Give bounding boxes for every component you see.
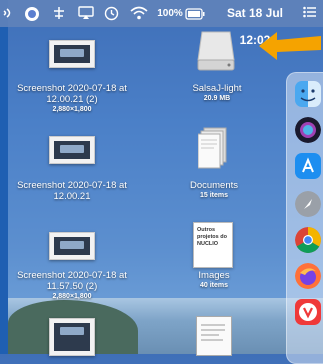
desktop-item-screenshot-2[interactable]: Screenshot 2020-07-18 at 12.00.21 bbox=[8, 180, 136, 202]
document-preview-text: Outros projetos do NUCLIO bbox=[197, 227, 227, 247]
screenshot-thumbnail[interactable] bbox=[49, 40, 95, 68]
file-name-line1: Screenshot 2020-07-18 at bbox=[17, 270, 127, 281]
document-stack-icon[interactable] bbox=[197, 126, 228, 175]
desktop-item-salsaj[interactable]: SalsaJ-light 20.9 MB bbox=[178, 83, 256, 103]
folder-name: Documents bbox=[189, 180, 239, 191]
wifi-icon[interactable] bbox=[130, 0, 150, 27]
folder-count: 40 items bbox=[199, 282, 229, 289]
drive-icon[interactable] bbox=[196, 30, 236, 77]
file-dimensions: 2,880×1,800 bbox=[52, 106, 92, 113]
app-store-icon[interactable] bbox=[295, 153, 321, 179]
file-name-line1: Screenshot 2020-07-18 at bbox=[17, 180, 127, 191]
file-name-line2: 12.00.21 bbox=[53, 191, 91, 202]
siri-icon[interactable] bbox=[295, 117, 321, 143]
desktop-item-images[interactable]: Images 40 items bbox=[175, 270, 253, 290]
file-name-line1: Screenshot 2020-07-18 at bbox=[17, 83, 127, 94]
screenshot-thumbnail[interactable] bbox=[49, 318, 95, 356]
desktop-item-screenshot-3[interactable]: Screenshot 2020-07-18 at 11.57.50 (2) 2,… bbox=[8, 270, 136, 301]
file-name-line2: 11.57.50 (2) bbox=[46, 281, 98, 292]
screenshot-thumbnail[interactable] bbox=[49, 232, 95, 260]
notification-center-icon[interactable] bbox=[303, 0, 319, 27]
vivaldi-icon[interactable] bbox=[295, 299, 321, 325]
chrome-icon[interactable] bbox=[295, 227, 321, 253]
image-document-icon[interactable]: Outros projetos do NUCLIO bbox=[193, 222, 233, 268]
file-dimensions: 2,880×1,800 bbox=[52, 293, 92, 300]
launchpad-icon[interactable] bbox=[295, 191, 321, 217]
dock bbox=[286, 72, 323, 364]
desktop-item-documents[interactable]: Documents 15 items bbox=[175, 180, 253, 200]
screenshot-thumbnail[interactable] bbox=[49, 136, 95, 164]
desktop-item-screenshot-1[interactable]: Screenshot 2020-07-18 at 12.00.21 (2) 2,… bbox=[8, 83, 136, 114]
file-name-line2: 12.00.21 (2) bbox=[46, 94, 98, 105]
menu-bar: 100% Sat 18 Jul 12:02 bbox=[0, 0, 323, 47]
firefox-icon[interactable] bbox=[295, 263, 321, 289]
folder-count: 15 items bbox=[199, 192, 229, 199]
left-window-edge bbox=[0, 0, 8, 354]
volume-icon[interactable] bbox=[2, 0, 16, 27]
folder-name: Images bbox=[198, 270, 230, 281]
battery-percent[interactable]: 100% bbox=[156, 0, 184, 27]
battery-icon[interactable] bbox=[185, 0, 207, 27]
orange-arrow-annotation bbox=[255, 28, 323, 67]
vpn-status-icon[interactable] bbox=[24, 0, 42, 27]
menubar-clock[interactable]: Sat 18 Jul 12:02 bbox=[213, 0, 297, 47]
volume-name: SalsaJ-light bbox=[192, 83, 242, 94]
time-machine-icon[interactable] bbox=[104, 0, 122, 27]
finder-icon[interactable] bbox=[295, 81, 321, 107]
volume-size: 20.9 MB bbox=[203, 95, 231, 102]
airplay-icon[interactable] bbox=[78, 0, 96, 27]
document-stack-icon[interactable] bbox=[196, 316, 232, 356]
bluetooth-network-icon[interactable] bbox=[52, 0, 70, 27]
